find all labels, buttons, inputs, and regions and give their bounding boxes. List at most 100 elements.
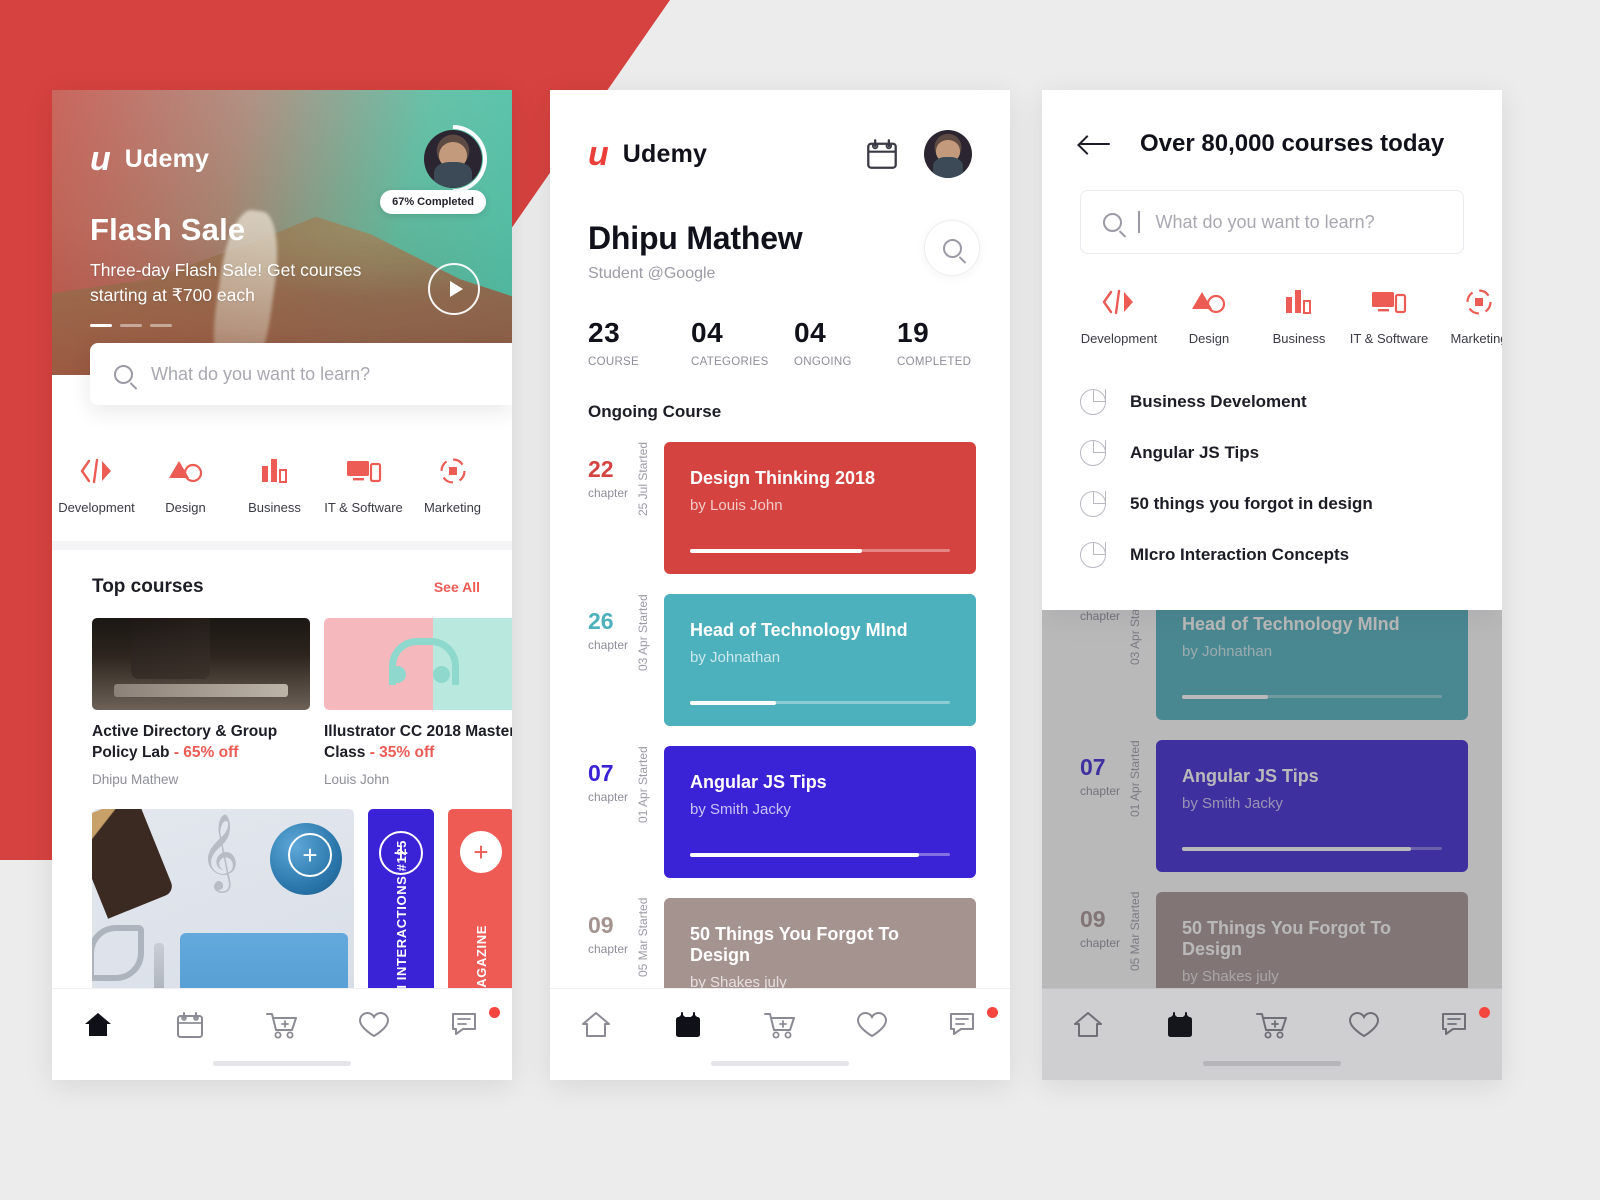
suggestion-text: Angular JS Tips	[1130, 442, 1260, 462]
category-marketing[interactable]: Marketing	[1434, 284, 1502, 346]
play-button[interactable]	[428, 263, 480, 315]
search-button[interactable]	[924, 220, 980, 276]
tab-messages[interactable]	[420, 1007, 512, 1037]
tab-wishlist[interactable]	[1318, 1011, 1410, 1039]
tab-messages[interactable]	[1410, 1007, 1502, 1037]
course-card[interactable]: Active Directory & Group Policy Lab - 65…	[92, 618, 310, 787]
bottom-tabbar[interactable]	[1042, 988, 1502, 1080]
calendar-icon[interactable]	[866, 138, 898, 170]
stat-label: COMPLETED	[897, 356, 972, 368]
carousel-dots[interactable]	[90, 323, 474, 327]
home-icon	[85, 1013, 111, 1036]
search-input[interactable]: What do you want to learn?	[90, 343, 512, 405]
devices-icon	[1344, 284, 1434, 320]
progress-fill	[690, 700, 776, 705]
calendar-icon	[1168, 1012, 1192, 1037]
stat-label: ONGOING	[794, 356, 852, 368]
carousel-dot-2[interactable]	[120, 323, 142, 327]
code-icon	[1074, 284, 1164, 320]
course-card[interactable]: Head of Technology MInd by Johnathan	[664, 594, 976, 726]
progress-bar	[1182, 694, 1442, 699]
tab-calendar[interactable]	[144, 1011, 236, 1039]
course-title: 50 Things You Forgot To Design	[690, 924, 899, 965]
tab-cart[interactable]	[734, 1011, 826, 1039]
suggestion-list: Business Develoment Angular JS Tips 50 t…	[1042, 346, 1502, 580]
back-arrow-icon[interactable]	[1080, 134, 1110, 154]
search-sheet: Over 80,000 courses today What do you wa…	[1042, 90, 1502, 610]
chapter-count: 09	[588, 912, 614, 938]
phone-screen-search: chapter 03 Apr Started Head of Technolog…	[1042, 90, 1502, 1080]
category-development[interactable]: Development	[52, 453, 141, 515]
cart-add-icon	[266, 1013, 297, 1039]
add-icon[interactable]: +	[460, 830, 502, 873]
bottom-tabbar[interactable]	[52, 988, 512, 1080]
search-placeholder: What do you want to learn?	[151, 363, 371, 384]
chapter-meta: 07 chapter	[588, 746, 636, 878]
progress-bar	[690, 700, 950, 705]
tab-cart[interactable]	[236, 1011, 328, 1039]
bottom-tabbar[interactable]	[550, 988, 1010, 1080]
category-label: Marketing	[423, 500, 482, 515]
course-title: Design Thinking 2018	[690, 468, 876, 488]
chapter-meta: 26 chapter	[588, 594, 636, 726]
course-author: by Smith Jacky	[690, 801, 791, 818]
list-item[interactable]: 50 things you forgot in design	[1080, 478, 1502, 529]
hero-banner: u Udemy 67% Completed Flash Sale Three-d…	[52, 90, 512, 375]
list-item[interactable]: MIcro Interaction Concepts	[1080, 529, 1502, 580]
cart-add-icon	[1256, 1013, 1287, 1039]
tab-wishlist[interactable]	[826, 1011, 918, 1039]
course-card[interactable]: Illustrator CC 2018 Master Class - 35% o…	[324, 618, 512, 787]
search-input[interactable]: What do you want to learn?	[1080, 190, 1464, 254]
category-development[interactable]: Development	[1074, 284, 1164, 346]
user-name: Dhipu Mathew	[588, 220, 803, 256]
guitar-object	[92, 808, 175, 919]
hero-title: Flash Sale	[90, 212, 246, 247]
profile-identity: Dhipu Mathew Student @Google	[550, 178, 1010, 283]
tab-cart[interactable]	[1226, 1011, 1318, 1039]
carousel-dot-1[interactable]	[90, 323, 112, 327]
avatar[interactable]	[404, 110, 502, 208]
tab-calendar[interactable]	[1134, 1011, 1226, 1039]
course-title-wrap: Active Directory & Group Policy Lab - 65…	[92, 722, 310, 764]
category-business[interactable]: Business	[1254, 284, 1344, 346]
add-icon[interactable]: +	[288, 832, 332, 877]
ongoing-course-row[interactable]: 26 chapter 03 Apr Started Head of Techno…	[550, 574, 1010, 726]
phone-screen-profile: u Udemy Dhipu Mathew Student @Google 23 …	[550, 90, 1010, 1080]
ongoing-course-row[interactable]: 22 chapter 25 Jul Started Design Thinkin…	[550, 422, 1010, 574]
category-it-software[interactable]: IT & Software	[1344, 284, 1434, 346]
text-caret	[1138, 211, 1140, 233]
tab-messages[interactable]	[918, 1007, 1010, 1037]
tab-home[interactable]	[52, 1011, 144, 1039]
category-design[interactable]: Design	[141, 453, 230, 515]
chapter-count: 26	[588, 608, 614, 634]
tab-home[interactable]	[1042, 1011, 1134, 1039]
design-shapes-icon	[1164, 284, 1254, 320]
category-business[interactable]: Business	[230, 453, 319, 515]
devices-icon	[319, 453, 408, 489]
phone-screen-home: u Udemy 67% Completed Flash Sale Three-d…	[52, 90, 512, 1080]
bar-chart-icon	[230, 453, 319, 489]
suggestion-text: Business Develoment	[1130, 391, 1307, 411]
ongoing-course-row[interactable]: 07 chapter 01 Apr Started Angular JS Tip…	[550, 726, 1010, 878]
notification-badge	[987, 1007, 998, 1018]
avatar[interactable]	[924, 130, 972, 178]
list-item[interactable]: Angular JS Tips	[1080, 427, 1502, 478]
course-thumbnail	[92, 618, 310, 710]
course-card[interactable]: Design Thinking 2018 by Louis John	[664, 442, 976, 574]
course-card[interactable]: Angular JS Tips by Smith Jacky	[664, 746, 976, 878]
tab-wishlist[interactable]	[328, 1011, 420, 1039]
tab-home[interactable]	[550, 1011, 642, 1039]
suggestion-text: 50 things you forgot in design	[1130, 493, 1373, 513]
see-all-link[interactable]: See All	[434, 579, 480, 595]
home-icon	[582, 1012, 610, 1037]
category-marketing[interactable]: Marketing	[408, 453, 497, 515]
category-it-software[interactable]: IT & Software	[319, 453, 408, 515]
list-item[interactable]: Business Develoment	[1080, 376, 1502, 427]
category-design[interactable]: Design	[1164, 284, 1254, 346]
user-role: Student @Google	[588, 265, 716, 282]
category-label: Development	[58, 500, 135, 515]
tab-calendar[interactable]	[642, 1011, 734, 1039]
brand-logo: u Udemy	[90, 142, 209, 176]
category-strip[interactable]: Development Design Business IT & Softwar…	[1042, 254, 1502, 346]
carousel-dot-3[interactable]	[150, 323, 172, 327]
